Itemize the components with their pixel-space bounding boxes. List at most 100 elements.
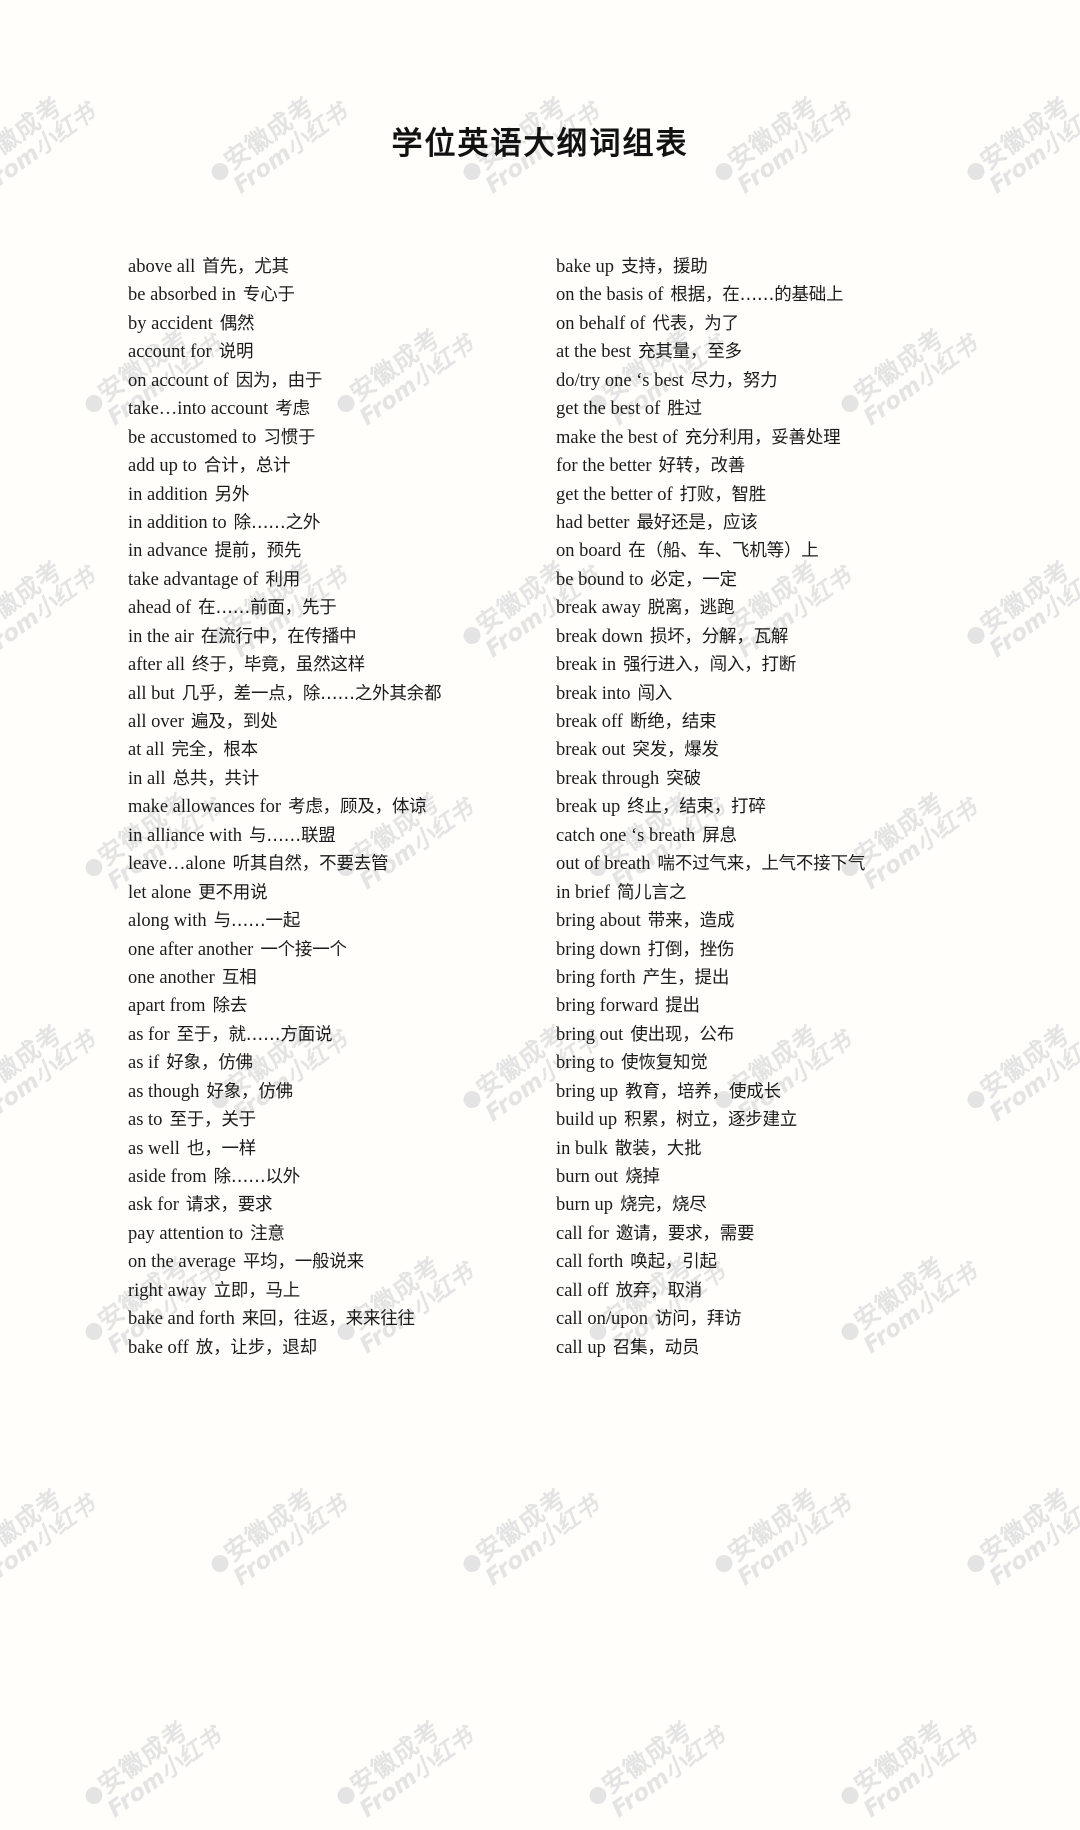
phrase-gloss: 召集，动员 xyxy=(612,1337,700,1358)
phrase-gloss: 听其自然，不要去管 xyxy=(232,854,389,875)
phrase-gloss: 更不用说 xyxy=(198,882,268,903)
phrase-term: break up xyxy=(556,797,621,818)
phrase-entry: in addition to 除……之外 xyxy=(128,509,558,537)
watermark-line-secondary: From小红书 xyxy=(228,1491,353,1592)
phrase-entry: as though 好象，仿佛 xyxy=(128,1078,558,1106)
phrase-term: burn out xyxy=(556,1167,619,1187)
phrase-gloss: 提前，预先 xyxy=(214,541,302,562)
watermark-tile: 安徽成考 From小红书 xyxy=(456,1471,604,1598)
phrase-term: account for xyxy=(128,342,212,363)
phrase-term: let alone xyxy=(128,882,192,903)
phrase-gloss: 除……之外 xyxy=(233,512,321,533)
phrase-entry: aside from 除……以外 xyxy=(128,1163,558,1191)
phrase-term: bake up xyxy=(556,257,615,277)
phrase-entry: at all 完全，根本 xyxy=(128,736,558,764)
phrase-entry: one another 互相 xyxy=(128,964,558,992)
phrase-term: in bulk xyxy=(556,1138,608,1159)
phrase-gloss: 终于，毕竟，虽然这样 xyxy=(192,655,365,676)
phrase-entry: bring about 带来，造成 xyxy=(556,907,1026,935)
watermark-badge-icon xyxy=(82,1783,106,1808)
phrase-gloss: 平均，一般说来 xyxy=(242,1252,364,1273)
watermark-line-primary: 安徽成考 xyxy=(0,1471,85,1578)
phrase-term: bring up xyxy=(556,1081,619,1102)
phrase-gloss: 习惯于 xyxy=(263,427,316,448)
phrase-entry: burn up 烧完，烧尽 xyxy=(556,1191,1026,1219)
phrase-gloss: 烧完，烧尽 xyxy=(620,1195,707,1216)
phrase-entry: call forth 唤起，引起 xyxy=(556,1248,1026,1276)
watermark-tile: 安徽成考 From小红书 xyxy=(204,1471,352,1598)
phrase-gloss: 请求，要求 xyxy=(185,1195,273,1216)
phrase-entry: for the better 好转，改善 xyxy=(556,452,1026,480)
watermark-line-primary-text: 安徽成考 xyxy=(596,1714,698,1800)
phrase-entry: one after another 一个接一个 xyxy=(128,936,558,964)
phrase-term: break down xyxy=(556,626,643,647)
phrase-entry: at the best 充其量，至多 xyxy=(556,338,1026,366)
phrase-entry: right away 立即，马上 xyxy=(128,1277,558,1305)
phrase-term: burn up xyxy=(556,1195,614,1216)
phrase-entry: burn out 烧掉 xyxy=(556,1163,1026,1191)
phrase-term: get the best of xyxy=(556,399,661,420)
phrase-entry: be bound to 必定，一定 xyxy=(556,566,1026,594)
phrase-entry: catch one ‘s breath 屏息 xyxy=(556,822,1026,850)
phrase-term: above all xyxy=(128,257,196,277)
phrase-gloss: 注意 xyxy=(250,1223,285,1244)
phrase-term: in advance xyxy=(128,541,208,562)
phrase-gloss: 一个接一个 xyxy=(260,939,347,960)
phrase-gloss: 积累，树立，逐步建立 xyxy=(624,1110,798,1131)
phrase-term: on account of xyxy=(128,370,229,391)
watermark-line-primary: 安徽成考 xyxy=(834,1703,967,1810)
phrase-term: take…into account xyxy=(128,399,269,420)
watermark-line-primary-text: 安徽成考 xyxy=(218,1482,320,1568)
phrase-gloss: 邀请，要求，需要 xyxy=(615,1223,755,1244)
phrase-term: make allowances for xyxy=(128,797,282,818)
watermark-line-primary-text: 安徽成考 xyxy=(344,1714,446,1800)
phrase-gloss: 断绝，结束 xyxy=(629,712,717,732)
phrase-entry: in all 总共，共计 xyxy=(128,765,558,793)
phrase-term: ask for xyxy=(128,1195,179,1216)
phrase-gloss: 与……联盟 xyxy=(249,825,336,846)
phrase-term: break in xyxy=(556,655,617,676)
phrase-entry: break in 强行进入，闯入，打断 xyxy=(556,651,1026,679)
phrase-gloss: 利用 xyxy=(265,569,301,590)
phrase-term: call for xyxy=(556,1223,609,1244)
phrase-gloss: 好象，仿佛 xyxy=(166,1053,253,1074)
watermark-line-secondary: From小红书 xyxy=(858,1723,983,1824)
phrase-term: one another xyxy=(128,967,215,988)
watermark-badge-icon xyxy=(838,1783,862,1808)
watermark-badge-icon xyxy=(460,1551,484,1576)
phrase-gloss: 脱离，逃跑 xyxy=(647,598,735,619)
watermark-line-primary-text: 安徽成考 xyxy=(848,1714,950,1800)
phrase-gloss: 在（船、车、飞机等）上 xyxy=(628,541,819,562)
phrase-entry: do/try one ‘s best 尽力，努力 xyxy=(556,367,1026,395)
phrase-entry: get the best of 胜过 xyxy=(556,395,1026,423)
phrase-entry: apart from 除去 xyxy=(128,992,558,1020)
phrase-term: for the better xyxy=(556,456,652,477)
watermark-badge-icon xyxy=(586,1783,610,1808)
phrase-column-left: above all 首先，尤其 be absorbed in 专心于 by accide… xyxy=(128,253,558,1362)
phrase-entry: out of breath 喘不过气来，上气不接下气 xyxy=(556,850,1026,878)
phrase-gloss: 打败，智胜 xyxy=(679,484,767,505)
phrase-entry: by accident 偶然 xyxy=(128,310,558,338)
phrase-gloss: 使出现，公布 xyxy=(630,1024,735,1045)
watermark-line-primary: 安徽成考 xyxy=(330,1703,463,1810)
phrase-gloss: 因为，由于 xyxy=(235,370,323,391)
phrase-gloss: 教育，培养，使成长 xyxy=(625,1081,781,1102)
phrase-gloss: 提出 xyxy=(665,996,700,1017)
phrase-gloss: 专心于 xyxy=(242,285,295,306)
phrase-entry: make the best of 充分利用，妥善处理 xyxy=(556,424,1026,452)
phrase-term: on the basis of xyxy=(556,285,664,306)
phrase-term: one after another xyxy=(128,939,254,960)
phrase-gloss: 考虑，顾及，体谅 xyxy=(288,797,427,818)
phrase-entry: bake off 放，让步，退却 xyxy=(128,1334,558,1362)
phrase-gloss: 在流行中，在传播中 xyxy=(200,626,357,647)
phrase-gloss: 终止，结束，打碎 xyxy=(627,797,766,818)
phrase-gloss: 唤起，引起 xyxy=(630,1252,717,1273)
watermark-badge-icon xyxy=(712,1551,736,1576)
phrase-gloss: 强行进入，闯入，打断 xyxy=(623,655,797,676)
phrase-gloss: 根据，在……的基础上 xyxy=(670,285,844,306)
phrase-entry: bring to 使恢复知觉 xyxy=(556,1049,1026,1077)
phrase-entry: as well 也，一样 xyxy=(128,1135,558,1163)
phrase-entry: had better 最好还是，应该 xyxy=(556,509,1026,537)
phrase-entry: bake and forth 来回，往返，来来往往 xyxy=(128,1305,558,1333)
phrase-gloss: 遍及，到处 xyxy=(191,712,278,732)
